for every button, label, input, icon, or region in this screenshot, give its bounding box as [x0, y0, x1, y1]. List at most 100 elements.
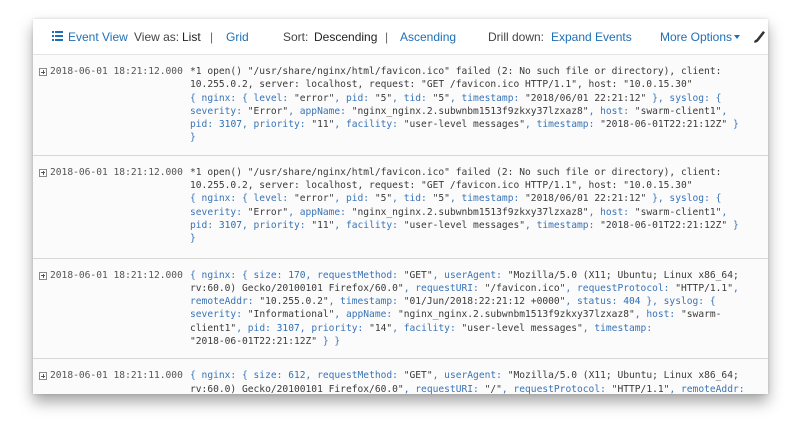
field-key: severity: — [190, 206, 248, 218]
field-value: rv:60.0) Gecko/20100101 Firefox/60.0" — [190, 383, 404, 394]
field-key: , timestamp: — [525, 219, 601, 231]
field-key: , userAgent: — [432, 269, 508, 281]
field-key: , pid: — [236, 322, 277, 334]
field-value: "error" — [293, 92, 335, 104]
field-key: , requestMethod: — [305, 269, 404, 281]
field-key: , status: — [565, 296, 624, 308]
field-key: { nginx: { level: — [190, 92, 294, 104]
field-value: "HTTP/1.1" — [675, 282, 733, 294]
field-value: "11" — [311, 119, 335, 131]
field-key: , host: — [634, 309, 681, 321]
field-number: 3107 — [218, 219, 242, 231]
field-key: severity: — [190, 105, 248, 117]
event-list: 2018-06-01 18:21:12.000 *1 open() "/usr/s… — [33, 55, 768, 394]
expand-plus-icon[interactable] — [39, 372, 47, 381]
field-key: , — [721, 206, 728, 218]
event-timestamp: 2018-06-01 18:21:12.000 — [50, 66, 183, 77]
field-key: } — [190, 233, 196, 245]
field-key: , timestamp: — [328, 296, 404, 308]
field-key: , facility: — [334, 119, 404, 131]
event-line: "2018-06-01T22:21:12Z" } } — [190, 335, 765, 348]
field-key: } } — [317, 336, 341, 348]
sort-ascending-option[interactable]: Ascending — [400, 30, 456, 44]
field-key: , timestamp: — [449, 92, 526, 104]
field-value: "error" — [293, 193, 335, 205]
field-value: "2018-06-01T22:21:12Z" — [190, 336, 318, 348]
field-key: , facility: — [392, 322, 462, 334]
field-value: client1" — [190, 322, 237, 334]
field-value: "Error" — [247, 105, 289, 117]
paintbrush-icon[interactable] — [752, 28, 768, 44]
field-key: , requestMethod: — [305, 370, 404, 382]
chevron-down-icon — [734, 35, 741, 39]
event-viewer-panel: Event View View as: List | Grid Sort: De… — [33, 19, 768, 394]
more-options-menu[interactable]: More Options — [660, 30, 741, 44]
field-value: "5" — [432, 92, 450, 104]
field-value: "nginx_nginx.2.subwnbm1513f9zkxy37lzxaz8… — [351, 105, 589, 117]
field-key: }, syslog: { — [646, 193, 722, 205]
event-row: 2018-06-01 18:21:11.000 { nginx: { size: … — [33, 359, 768, 394]
field-key: , — [721, 105, 728, 117]
event-line: rv:60.0) Gecko/20100101 Firefox/60.0", r… — [190, 282, 765, 295]
view-list-option[interactable]: List — [182, 30, 201, 44]
field-key: , tid: — [392, 193, 433, 205]
field-key: }, syslog: { — [640, 296, 716, 308]
field-value: "nginx_nginx.2.subwnbm1513f9zkxy37lzxaz8… — [351, 206, 589, 218]
event-line: *1 open() "/usr/share/nginx/html/favicon… — [190, 65, 765, 78]
expand-events-link[interactable]: Expand Events — [551, 30, 632, 44]
view-grid-option[interactable]: Grid — [226, 30, 249, 44]
field-key: } — [190, 132, 196, 144]
field-value: "HTTP/1.1" — [611, 383, 670, 394]
event-body: *1 open() "/usr/share/nginx/html/favicon… — [190, 166, 765, 246]
field-key: , remoteAddr: — [669, 383, 745, 394]
event-row: 2018-06-01 18:21:12.000 *1 open() "/usr/s… — [33, 156, 768, 259]
field-value: "nginx_nginx.2.subwnbm1513f9zkxy37lzxaz8… — [397, 309, 635, 321]
event-row: 2018-06-01 18:21:12.000 *1 open() "/usr/s… — [33, 55, 768, 156]
event-line: pid: 3107, priority: "11", facility: "us… — [190, 219, 765, 232]
field-number: 612 — [288, 370, 306, 382]
expand-plus-icon[interactable] — [39, 168, 47, 177]
sort-descending-option[interactable]: Descending — [314, 30, 377, 44]
field-value: "user-level messages" — [461, 322, 583, 334]
field-key: , priority: — [299, 322, 370, 334]
field-key: , requestProtocol: — [565, 282, 676, 294]
sort-label: Sort: — [283, 30, 309, 44]
field-value: "GET" — [403, 269, 433, 281]
field-key: , host: — [588, 206, 635, 218]
field-key: , host: — [588, 105, 635, 117]
field-value: "swarm-client1" — [634, 206, 722, 218]
field-value: "5" — [374, 92, 393, 104]
event-body: { nginx: { size: 612, requestMethod: "GE… — [190, 369, 765, 394]
field-value: "swarm-client1" — [634, 105, 722, 117]
list-view-icon[interactable] — [52, 31, 63, 41]
event-view-link[interactable]: Event View — [68, 30, 128, 44]
field-value: "/favicon.ico" — [484, 282, 566, 294]
field-key: , facility: — [334, 219, 404, 231]
field-value: "2018-06-01T22:21:12Z" — [600, 219, 728, 231]
field-value: "user-level messages" — [403, 219, 526, 231]
field-key: , appName: — [334, 309, 398, 321]
field-key: , pid: — [334, 92, 375, 104]
expand-plus-icon[interactable] — [39, 271, 47, 280]
field-value: "14" — [369, 322, 393, 334]
field-number: 3107 — [276, 322, 300, 334]
event-line: severity: "Error", appName: "nginx_nginx… — [190, 105, 765, 118]
field-key: , timestamp: — [582, 322, 653, 334]
event-timestamp: 2018-06-01 18:21:12.000 — [50, 269, 183, 281]
event-line: severity: "Error", appName: "nginx_nginx… — [190, 206, 765, 219]
field-value: "GET" — [403, 370, 433, 382]
field-key: , priority: — [242, 119, 312, 131]
field-value: "Mozilla/5.0 (X11; Ubuntu; Linux x86_64; — [507, 370, 739, 382]
field-key: } — [727, 219, 739, 231]
field-value: "swarm- — [681, 309, 722, 321]
field-value: "2018-06-01T22:21:12Z" — [600, 119, 728, 131]
event-line: 10.255.0.2, server: localhost, request: … — [190, 78, 765, 91]
field-key: pid: — [190, 219, 219, 231]
field-value: "/" — [484, 383, 502, 394]
event-body: { nginx: { size: 170, requestMethod: "GE… — [190, 269, 765, 349]
field-key: , appName: — [288, 206, 352, 218]
expand-plus-icon[interactable] — [39, 68, 47, 76]
field-value: 10.255.0.2, server: localhost, request: … — [190, 79, 693, 91]
field-value: "10.255.0.2" — [259, 296, 329, 308]
field-value: "2018/06/01 22:21:12" — [525, 193, 647, 205]
